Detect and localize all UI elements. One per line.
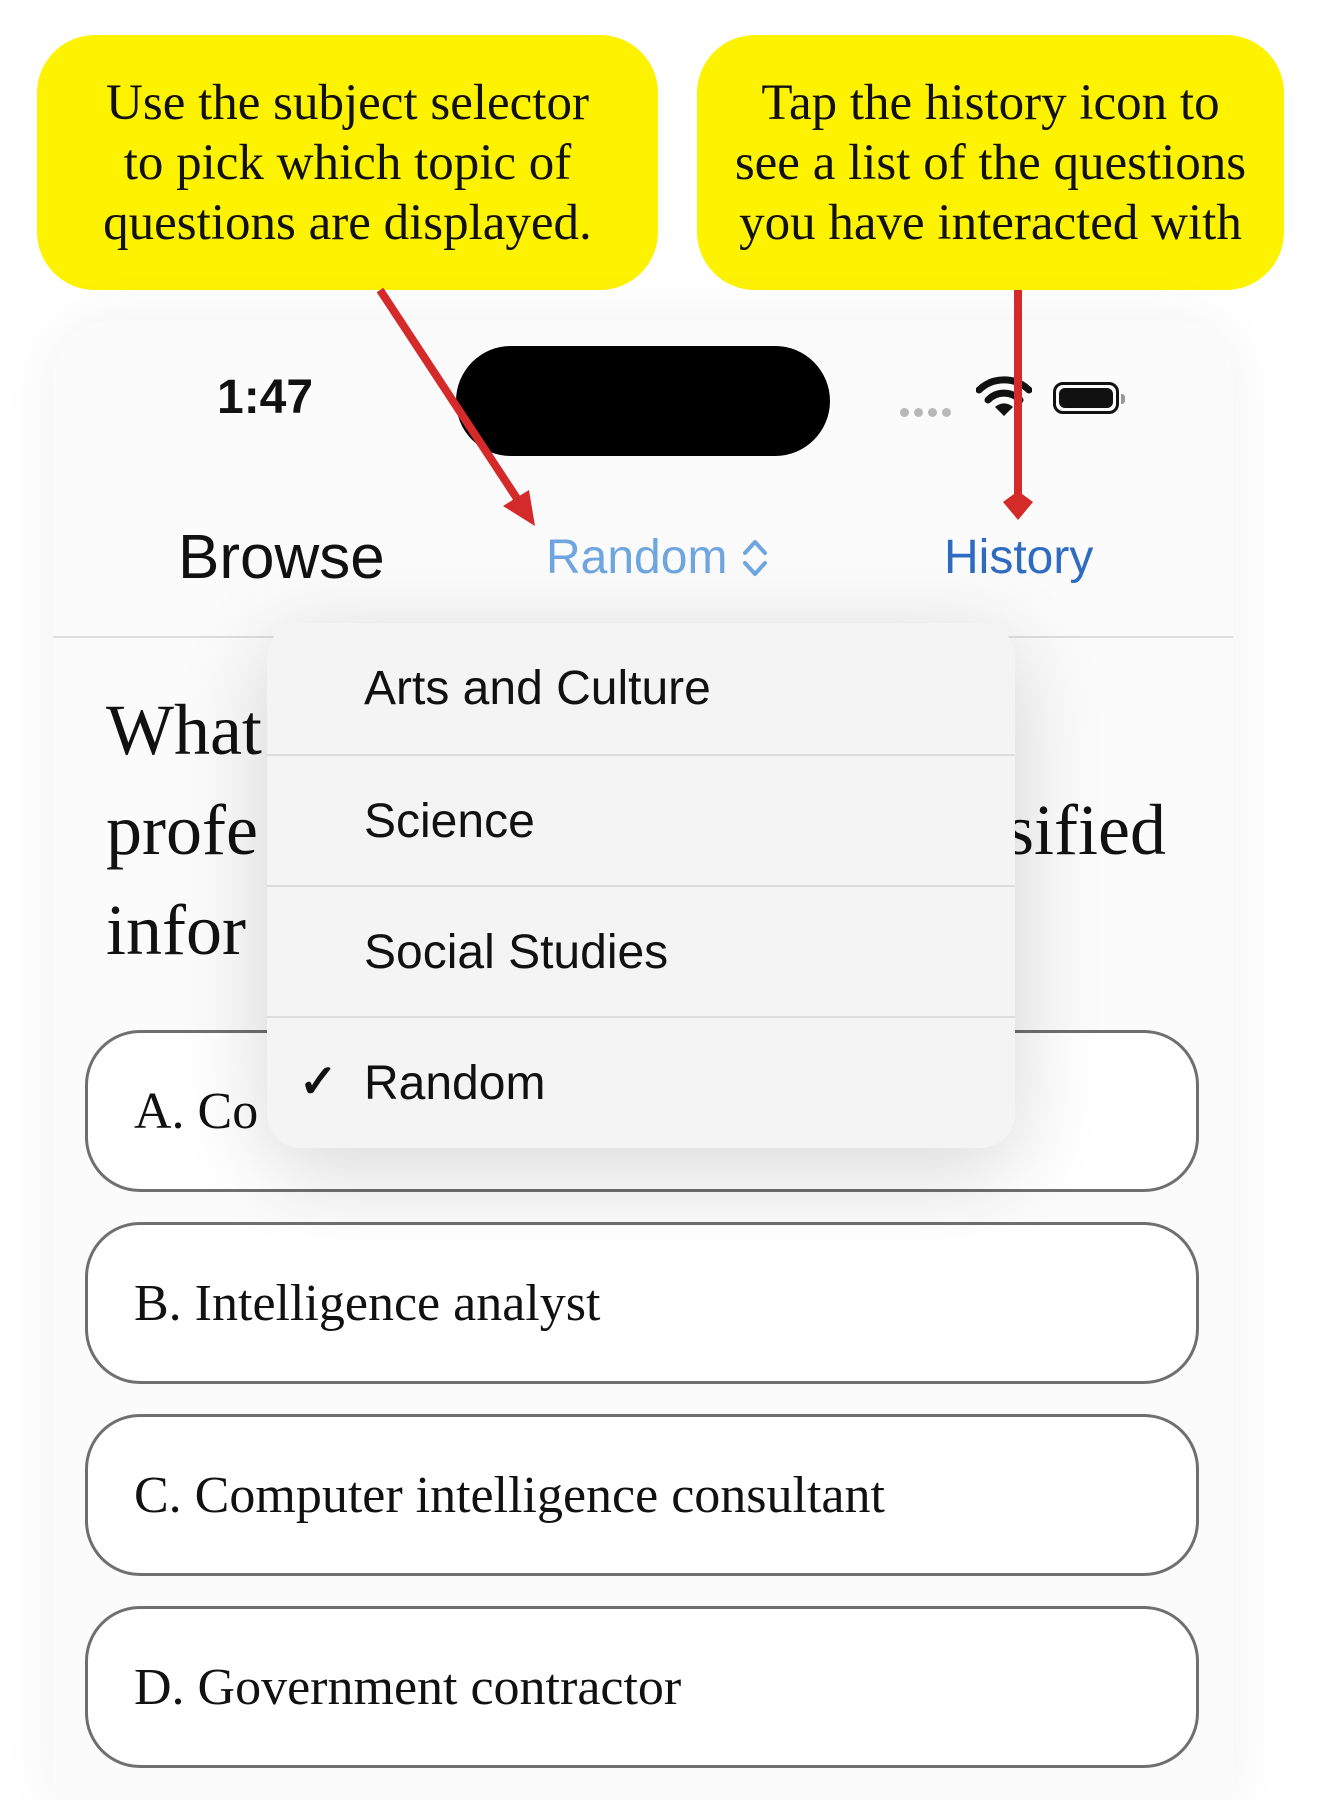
chevron-up-down-icon (743, 539, 768, 576)
answer-option-c[interactable]: C. Computer intelligence consultant (85, 1414, 1199, 1576)
menu-item-random[interactable]: ✓ Random (267, 1016, 1015, 1147)
subject-dropdown-menu: Arts and Culture Science Social Studies … (267, 623, 1015, 1148)
subject-selector-button[interactable]: Random (546, 530, 769, 585)
subject-selector-label: Random (546, 531, 728, 584)
answer-label: C. Computer intelligence consultant (134, 1466, 885, 1524)
menu-item-social-studies[interactable]: Social Studies (267, 885, 1015, 1016)
checkmark-icon: ✓ (299, 1055, 338, 1107)
menu-item-label: Random (364, 1057, 546, 1110)
history-callout: Tap the history icon to see a list of th… (697, 35, 1284, 290)
answer-option-b[interactable]: B. Intelligence analyst (85, 1222, 1199, 1384)
answer-label: D. Government contractor (134, 1658, 682, 1716)
status-time: 1:47 (217, 371, 314, 424)
menu-item-arts-and-culture[interactable]: Arts and Culture (267, 623, 1015, 754)
page-title: Browse (178, 523, 385, 592)
menu-item-label: Arts and Culture (364, 662, 711, 715)
dynamic-island (456, 346, 830, 456)
callout-text: Use the subject selector to pick which t… (103, 74, 592, 251)
answer-option-d[interactable]: D. Government contractor (85, 1606, 1199, 1768)
question-fragment: sified (1006, 790, 1166, 870)
answer-label: B. Intelligence analyst (134, 1274, 601, 1332)
wifi-icon (976, 376, 1032, 416)
menu-item-label: Social Studies (364, 926, 669, 979)
battery-icon (1053, 382, 1125, 414)
history-button[interactable]: History (944, 530, 1093, 585)
answer-label: A. Co (134, 1082, 259, 1140)
callout-text: Tap the history icon to see a list of th… (734, 74, 1247, 251)
subject-selector-callout: Use the subject selector to pick which t… (37, 35, 658, 290)
menu-item-label: Science (364, 795, 535, 848)
cellular-signal-icon (900, 408, 951, 417)
menu-item-science[interactable]: Science (267, 754, 1015, 885)
question-fragment: profe (106, 790, 258, 870)
